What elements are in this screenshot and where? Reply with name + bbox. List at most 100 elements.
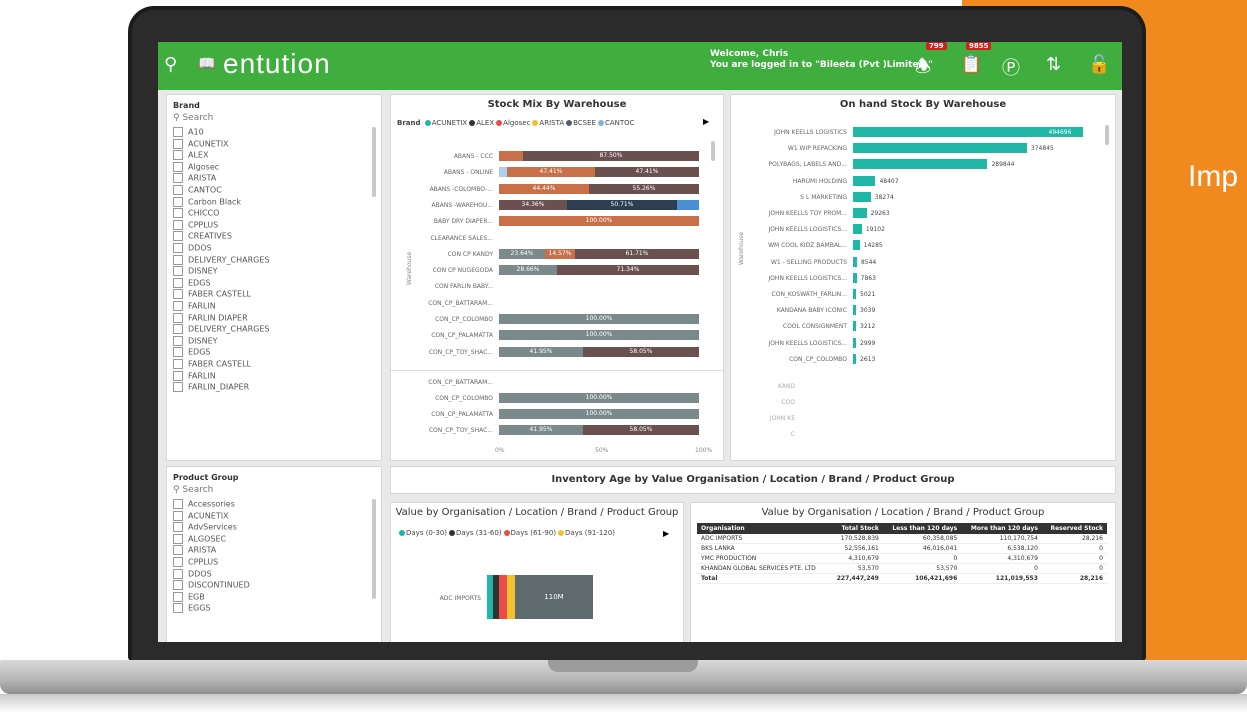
brand-item[interactable]: Algosec [173, 161, 219, 172]
product-group-checkbox[interactable] [173, 557, 183, 567]
stock-bar[interactable] [853, 208, 867, 218]
brand-checkbox[interactable] [173, 266, 183, 277]
brand-item[interactable]: FABER CASTELL [173, 289, 251, 300]
brand-item[interactable]: EDGS [173, 277, 211, 288]
product-group-checkbox[interactable] [173, 580, 183, 591]
stock-bar[interactable] [853, 289, 856, 299]
stacked-bar-segment[interactable]: 47.41% [507, 167, 595, 178]
stock-bar[interactable] [853, 159, 988, 170]
legend-entry[interactable]: CANTOC [605, 119, 635, 127]
brand-checkbox[interactable] [173, 254, 183, 265]
legend-entry[interactable]: Days (0-30) [406, 529, 447, 537]
brand-checkbox[interactable] [173, 208, 183, 219]
brand-item[interactable]: Carbon Black [173, 196, 241, 207]
stacked-bar-segment[interactable]: 71.34% [557, 265, 699, 276]
product-group-item[interactable]: ALGOSEC [173, 533, 226, 544]
stock-bar[interactable] [853, 143, 1027, 154]
stacked-bar-segment[interactable]: 23.64% [499, 248, 545, 259]
stacked-bar-segment[interactable] [677, 199, 699, 210]
brand-checkbox[interactable] [173, 312, 183, 323]
table-header[interactable]: Reserved Stock [1041, 523, 1107, 534]
brand-item[interactable]: FABER CASTELL [173, 359, 251, 369]
table-row[interactable]: BKS LANKA 52,556,161 46,016,041 6,538,120 0 [697, 543, 1107, 554]
brand-checkbox[interactable] [173, 277, 183, 288]
product-group-item[interactable]: AdvServices [173, 522, 237, 533]
stock-bar[interactable] [853, 224, 862, 235]
table-row[interactable]: KHANDAN GLOBAL SERVICES PTE. LTD 53,570 53… [697, 563, 1107, 574]
clipboard-icon[interactable]: 📋 [960, 54, 982, 75]
product-group-checkbox[interactable] [173, 522, 183, 533]
stacked-bar-segment[interactable]: 14.57% [545, 248, 575, 259]
legend-entry[interactable]: ACUNETIX [432, 119, 467, 127]
brand-checkbox[interactable] [173, 127, 183, 137]
brand-checkbox[interactable] [173, 185, 183, 195]
currency-icon[interactable]: Ⓟ [1002, 54, 1020, 80]
product-group-checkbox[interactable] [173, 499, 183, 509]
stock-bar[interactable] [853, 256, 857, 267]
table-row[interactable]: YMC PRODUCTION 4,310,679 0 4,310,679 0 [697, 553, 1107, 564]
product-group-item[interactable]: DDOS [173, 568, 212, 579]
stacked-bar-segment[interactable]: 100.00% [499, 330, 699, 341]
legend-next-arrow-icon[interactable]: ▶ [663, 529, 669, 538]
stacked-bar-segment[interactable]: 58.05% [583, 346, 699, 357]
brand-item[interactable]: FARLIN [173, 301, 216, 311]
product-group-checkbox[interactable] [173, 533, 183, 544]
stacked-bar-segment[interactable]: 61.71% [575, 248, 699, 259]
brand-checkbox[interactable] [173, 138, 183, 149]
stacked-bar-segment[interactable]: 100.00% [499, 409, 699, 419]
brand-checkbox[interactable] [173, 231, 183, 242]
brand-item[interactable]: FARLIN DIAPER [173, 312, 248, 323]
brand-item[interactable]: ARISTA [173, 173, 216, 184]
stacked-bar-segment[interactable]: 58.05% [583, 425, 699, 435]
brand-item[interactable]: A10 [173, 127, 204, 137]
legend-entry[interactable]: Days (91-120) [565, 529, 615, 537]
brand-item[interactable]: CANTOC [173, 185, 222, 195]
legend-next-arrow-icon[interactable]: ▶ [703, 117, 709, 126]
search-icon[interactable]: ⚲ [164, 54, 177, 75]
brand-checkbox[interactable] [173, 150, 183, 161]
product-group-item[interactable]: CPPLUS [173, 557, 218, 567]
product-group-item[interactable]: ACUNETIX [173, 510, 229, 521]
settings-sliders-icon[interactable]: ⇅ [1046, 54, 1061, 75]
book-icon[interactable]: 📖 [198, 56, 215, 72]
bell-icon[interactable]: 🕭 [915, 54, 931, 84]
table-row[interactable]: Total 227,447,249 106,421,696 121,019,553 28… [697, 573, 1107, 584]
brand-checkbox[interactable] [173, 382, 183, 393]
stacked-bar-segment[interactable] [499, 151, 523, 161]
product-group-item[interactable]: ARISTA [173, 545, 216, 556]
stacked-bar-segment[interactable]: 34.36% [499, 199, 567, 210]
product-slicer-scrollbar[interactable] [372, 499, 376, 599]
legend-entry[interactable]: ARISTA [539, 119, 564, 127]
stacked-bar-segment[interactable]: 87.50% [523, 151, 699, 161]
product-group-item[interactable]: EGB [173, 591, 205, 602]
brand-item[interactable]: CREATIVES [173, 231, 232, 242]
brand-item[interactable]: FARLIN [173, 370, 216, 381]
stacked-bar-segment[interactable]: 47.41% [595, 167, 699, 178]
legend-entry[interactable]: ALEX [476, 119, 494, 127]
brand-checkbox[interactable] [173, 243, 183, 253]
lock-icon[interactable]: 🔓 [1088, 54, 1110, 75]
brand-checkbox[interactable] [173, 173, 183, 184]
product-group-checkbox[interactable] [173, 591, 183, 602]
table-row[interactable]: ADC IMPORTS 170,528,839 60,358,085 110,170,… [697, 534, 1107, 544]
product-search-input[interactable]: ⚲ Search [173, 485, 213, 495]
product-group-checkbox[interactable] [173, 568, 183, 579]
brand-checkbox[interactable] [173, 359, 183, 369]
stock-bar[interactable] [853, 321, 856, 332]
brand-item[interactable]: DDOS [173, 243, 212, 253]
brand-item[interactable]: CHICCO [173, 208, 219, 219]
product-group-checkbox[interactable] [173, 545, 183, 556]
stock-bar[interactable] [853, 175, 876, 186]
stock-bar[interactable] [853, 305, 856, 316]
brand-item[interactable]: DISNEY [173, 266, 218, 277]
table-header[interactable]: More than 120 days [961, 523, 1042, 534]
stacked-bar-segment[interactable]: 100.00% [499, 216, 699, 227]
brand-search-input[interactable]: ⚲ Search [173, 113, 213, 123]
table-header[interactable]: Total Stock [828, 523, 883, 534]
table-header[interactable]: Less than 120 days [882, 523, 962, 534]
stock-bar[interactable] [853, 353, 856, 364]
stock-bar[interactable] [853, 240, 860, 251]
stock-bar[interactable] [853, 337, 856, 348]
brand-checkbox[interactable] [173, 196, 183, 207]
brand-checkbox[interactable] [173, 347, 183, 358]
